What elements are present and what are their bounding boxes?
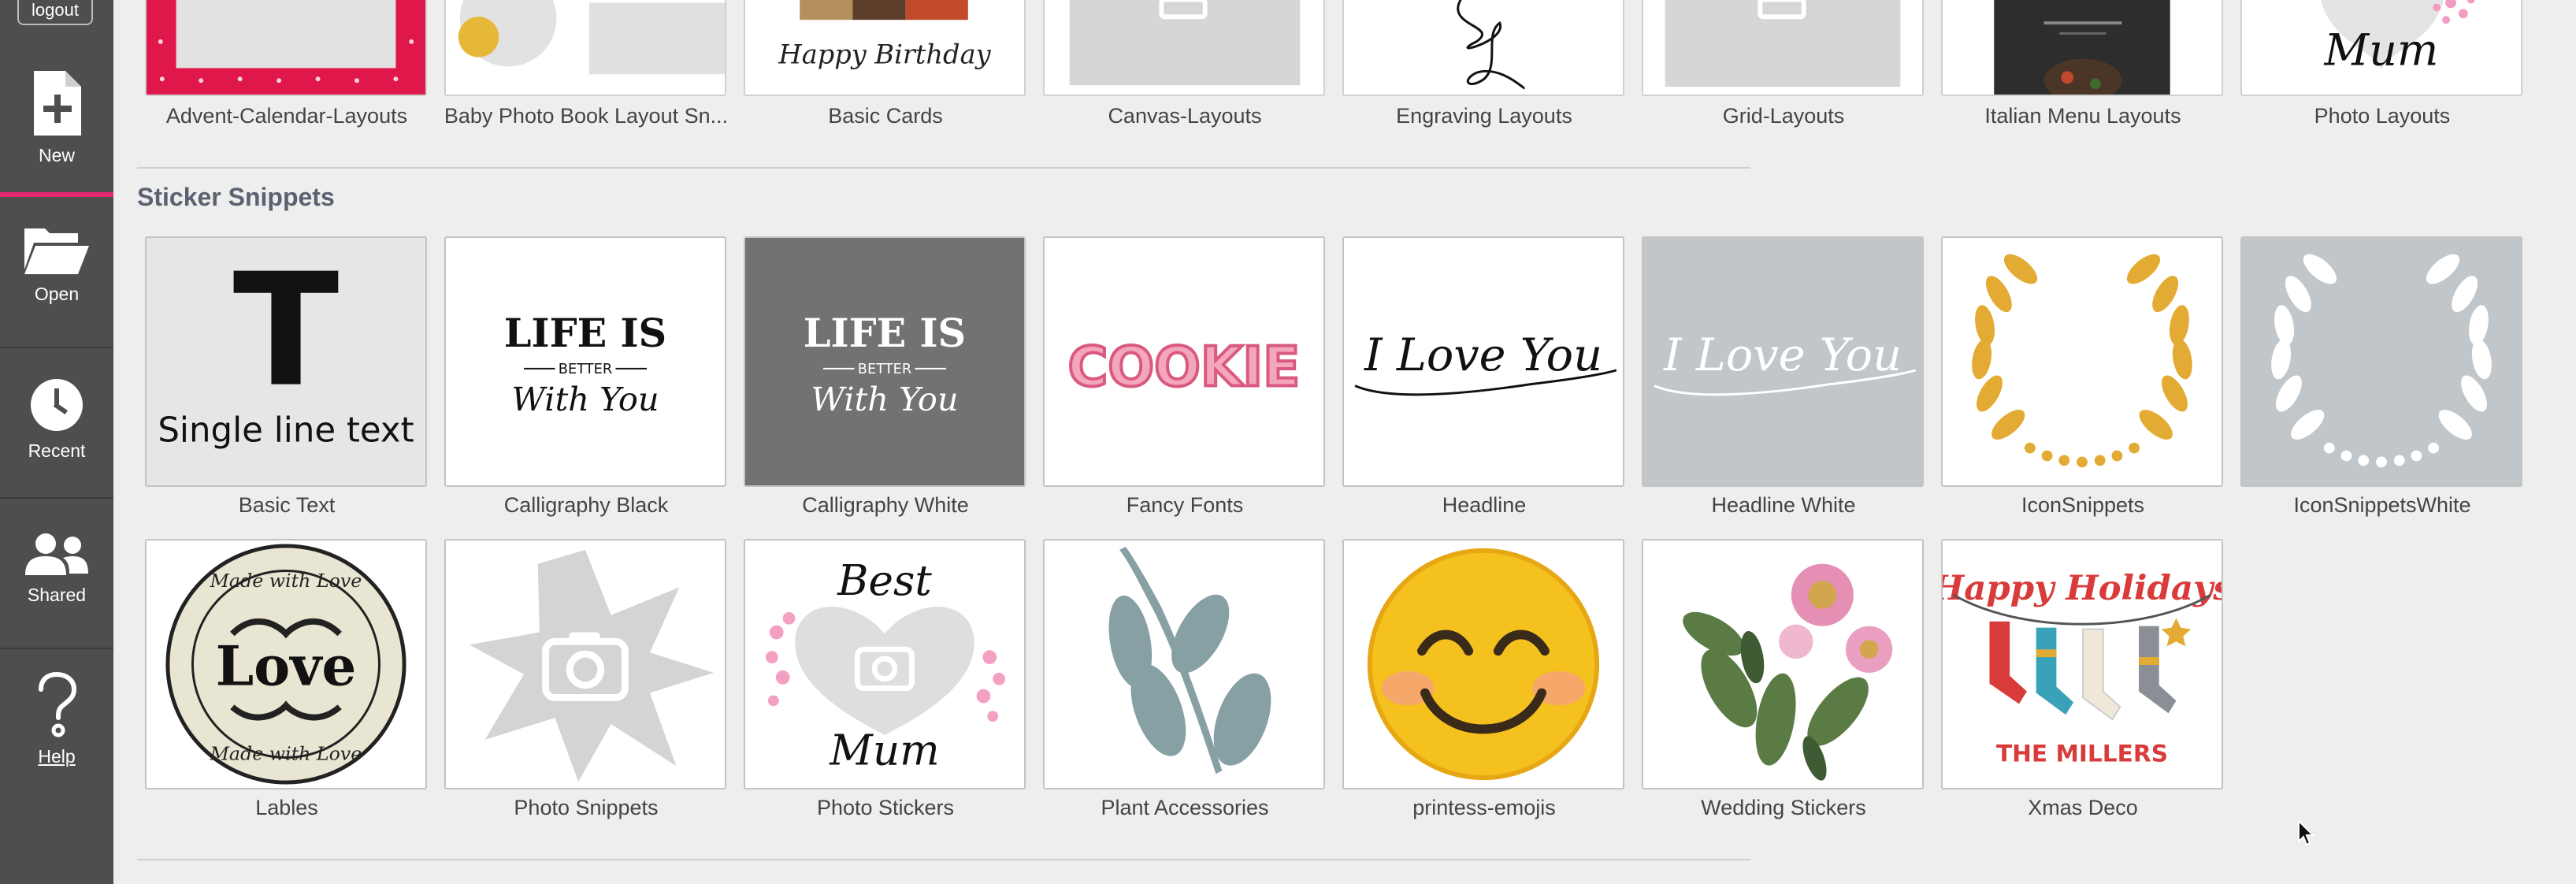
thumb-headline-white[interactable]: I Love You (1642, 236, 1924, 487)
tile-caption: Xmas Deco (2028, 796, 2138, 819)
better-text: BETTER (858, 362, 911, 377)
thumb-wedding-stickers[interactable] (1642, 539, 1924, 789)
tile-caption: Wedding Stickers (1701, 796, 1866, 819)
thumb-printess-emojis[interactable] (1342, 539, 1624, 789)
sidebar-item-recent[interactable]: Recent (0, 349, 113, 499)
thumb-calligraphy-black[interactable]: LIFE IS BETTER With You (444, 236, 726, 487)
sidebar-item-label: Shared (27, 585, 87, 605)
tile-caption: printess-emojis (1412, 796, 1556, 819)
thumb-advent-calendar-layouts[interactable] (145, 0, 427, 96)
thumb-calligraphy-white[interactable]: LIFE IS BETTER With You (744, 236, 1026, 487)
the-millers-text: THE MILLERS (1996, 740, 2168, 767)
happy-holidays-text: Happy Holidays (1943, 568, 2222, 608)
single-line-text: Single line text (158, 411, 414, 451)
made-with-love-text: Made with Love (210, 570, 362, 592)
tile-caption: Headline White (1711, 493, 1856, 517)
thumb-grid-layouts[interactable] (1642, 0, 1924, 96)
tile-caption: Canvas-Layouts (1108, 104, 1262, 128)
tile-caption: Photo Layouts (2314, 104, 2451, 128)
with-you-text: With You (511, 381, 659, 418)
tile-caption: Advent-Calendar-Layouts (165, 104, 408, 128)
tile-caption: Plant Accessories (1101, 796, 1269, 819)
sidebar: logout New Open Recent Shared Help (0, 0, 113, 884)
thumb-photo-snippets[interactable] (444, 539, 726, 789)
tile-caption: Lables (255, 796, 318, 819)
tile-caption: Engraving Layouts (1396, 104, 1572, 128)
tile-caption: IconSnippets (2021, 493, 2145, 517)
cookie-text: COOKIE (1068, 336, 1301, 399)
tile-caption: Calligraphy Black (503, 493, 669, 517)
thumb-iconsnippetswhite[interactable] (2240, 236, 2522, 487)
thumb-basic-cards[interactable]: Happy Birthday (744, 0, 1026, 96)
sidebar-item-help[interactable]: Help (0, 650, 113, 800)
sidebar-item-label: Help (38, 746, 76, 767)
sidebar-item-label: Open (34, 284, 80, 304)
section-divider (137, 859, 1750, 860)
tile-caption: Basic Text (238, 493, 336, 517)
thumb-plant-accessories[interactable] (1043, 539, 1325, 789)
folder-open-icon (24, 228, 89, 274)
thumb-engraving-layouts[interactable] (1342, 0, 1624, 96)
life-is-text: LIFE IS (504, 310, 666, 356)
sidebar-item-open[interactable]: Open (0, 199, 113, 348)
best-text: Best (837, 556, 932, 605)
thumb-headline[interactable]: I Love You (1342, 236, 1624, 487)
better-text: BETTER (559, 362, 612, 377)
tile-caption: Photo Stickers (816, 796, 955, 819)
laurel-wreath-icon (1943, 238, 2222, 485)
life-is-text: LIFE IS (804, 310, 966, 356)
section-divider (137, 167, 1750, 169)
thumb-baby-photo-book[interactable] (444, 0, 726, 96)
mouse-cursor-icon (2298, 819, 2314, 846)
sidebar-item-new[interactable]: New (0, 49, 113, 197)
tile-caption: Grid-Layouts (1722, 104, 1845, 128)
tile-caption: Basic Cards (828, 104, 943, 128)
smiling-face-icon (1344, 540, 1623, 788)
users-icon (25, 533, 88, 575)
new-document-icon (34, 71, 81, 136)
tile-caption: Headline (1442, 493, 1527, 517)
mum-text: Mum (2324, 26, 2439, 76)
thumb-italian-menu-layouts[interactable] (1941, 0, 2223, 96)
question-icon (39, 672, 77, 737)
i-love-you-text: I Love You (1663, 329, 1902, 381)
tile-caption: Photo Snippets (514, 796, 659, 819)
sidebar-item-label: New (38, 145, 75, 165)
tile-caption: Calligraphy White (802, 493, 969, 517)
with-you-text: With You (811, 381, 958, 418)
thumb-fancy-fonts[interactable]: COOKIE (1043, 236, 1325, 487)
leaf-branch-icon (1045, 540, 1323, 788)
thumb-iconsnippets[interactable] (1941, 236, 2223, 487)
section-title-sticker-snippets: Sticker Snippets (137, 183, 335, 211)
sidebar-item-shared[interactable]: Shared (0, 500, 113, 649)
thumb-basic-text[interactable]: T Single line text (145, 236, 427, 487)
thumb-xmas-deco[interactable]: Happy Holidays THE MILLERS (1941, 539, 2223, 789)
happy-birthday-text: Happy Birthday (778, 39, 991, 70)
tile-caption: Fancy Fonts (1126, 493, 1244, 517)
basic-text-glyph: T (233, 240, 340, 422)
flower-bouquet-icon (1643, 540, 1922, 788)
thumb-lables[interactable]: Made with Love Love Made with Love (145, 539, 427, 789)
love-text: Love (216, 635, 357, 699)
tile-caption: IconSnippetsWhite (2293, 493, 2471, 517)
tile-caption: Baby Photo Book Layout Sn... (444, 104, 729, 128)
thumb-photo-layouts[interactable]: Mum (2240, 0, 2522, 96)
laurel-wreath-icon (2242, 238, 2521, 485)
made-with-love-text: Made with Love (210, 742, 362, 764)
sidebar-item-label: Recent (28, 440, 86, 461)
thumb-canvas-layouts[interactable] (1043, 0, 1325, 96)
mum-text: Mum (829, 726, 939, 774)
i-love-you-text: I Love You (1364, 329, 1602, 381)
logout-button[interactable]: logout (17, 0, 93, 25)
tile-caption: Italian Menu Layouts (1984, 104, 2181, 128)
clock-icon (31, 379, 83, 431)
thumb-photo-stickers[interactable]: Best Mum (744, 539, 1026, 789)
